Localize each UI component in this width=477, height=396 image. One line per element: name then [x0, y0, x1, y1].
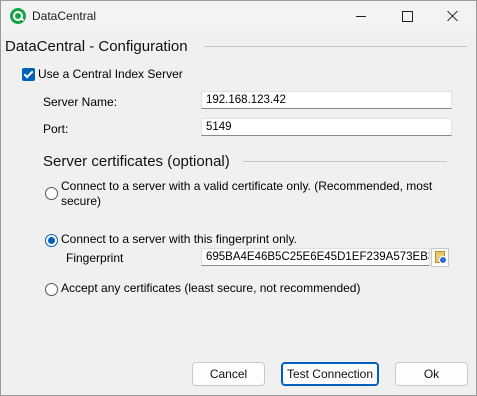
use-central-index-checkbox[interactable]	[22, 68, 35, 81]
option-valid-certificate-label[interactable]: Connect to a server with a valid certifi…	[61, 179, 441, 209]
port-label: Port:	[43, 122, 69, 136]
config-heading-divider	[204, 46, 467, 47]
ok-button[interactable]: Ok	[395, 362, 468, 386]
radio-accept-any[interactable]	[45, 283, 58, 296]
server-name-input[interactable]: 192.168.123.42	[201, 91, 452, 109]
window-title: DataCentral	[32, 9, 97, 23]
close-button[interactable]	[430, 1, 476, 31]
app-search-icon	[10, 8, 26, 24]
fingerprint-picker-button[interactable]	[431, 248, 449, 267]
refresh-icon	[439, 256, 447, 264]
option-fingerprint-label[interactable]: Connect to a server with this fingerprin…	[61, 232, 297, 247]
test-connection-button[interactable]: Test Connection	[281, 362, 379, 386]
maximize-button[interactable]	[384, 1, 430, 31]
minimize-button[interactable]	[338, 1, 384, 31]
certificates-heading: Server certificates (optional)	[43, 153, 230, 170]
fingerprint-input[interactable]: 695BA4E46B5C25E6E45D1EF239A573EB377	[201, 248, 430, 266]
server-name-label: Server Name:	[43, 95, 118, 109]
close-icon	[447, 10, 459, 22]
certificates-heading-divider	[243, 161, 447, 162]
option-accept-any-label[interactable]: Accept any certificates (least secure, n…	[61, 281, 360, 296]
fingerprint-label: Fingerprint	[66, 251, 124, 265]
configuration-dialog: DataCentral DataCentral - Configuration …	[0, 0, 477, 396]
config-heading: DataCentral - Configuration	[5, 38, 188, 55]
radio-valid-certificate[interactable]	[45, 187, 58, 200]
title-bar[interactable]: DataCentral	[1, 1, 476, 31]
maximize-icon	[401, 10, 413, 22]
port-input[interactable]: 5149	[201, 118, 452, 136]
radio-fingerprint-only[interactable]	[45, 234, 58, 247]
use-central-index-label[interactable]: Use a Central Index Server	[38, 67, 183, 81]
minimize-icon	[356, 15, 366, 17]
cancel-button[interactable]: Cancel	[192, 362, 265, 386]
